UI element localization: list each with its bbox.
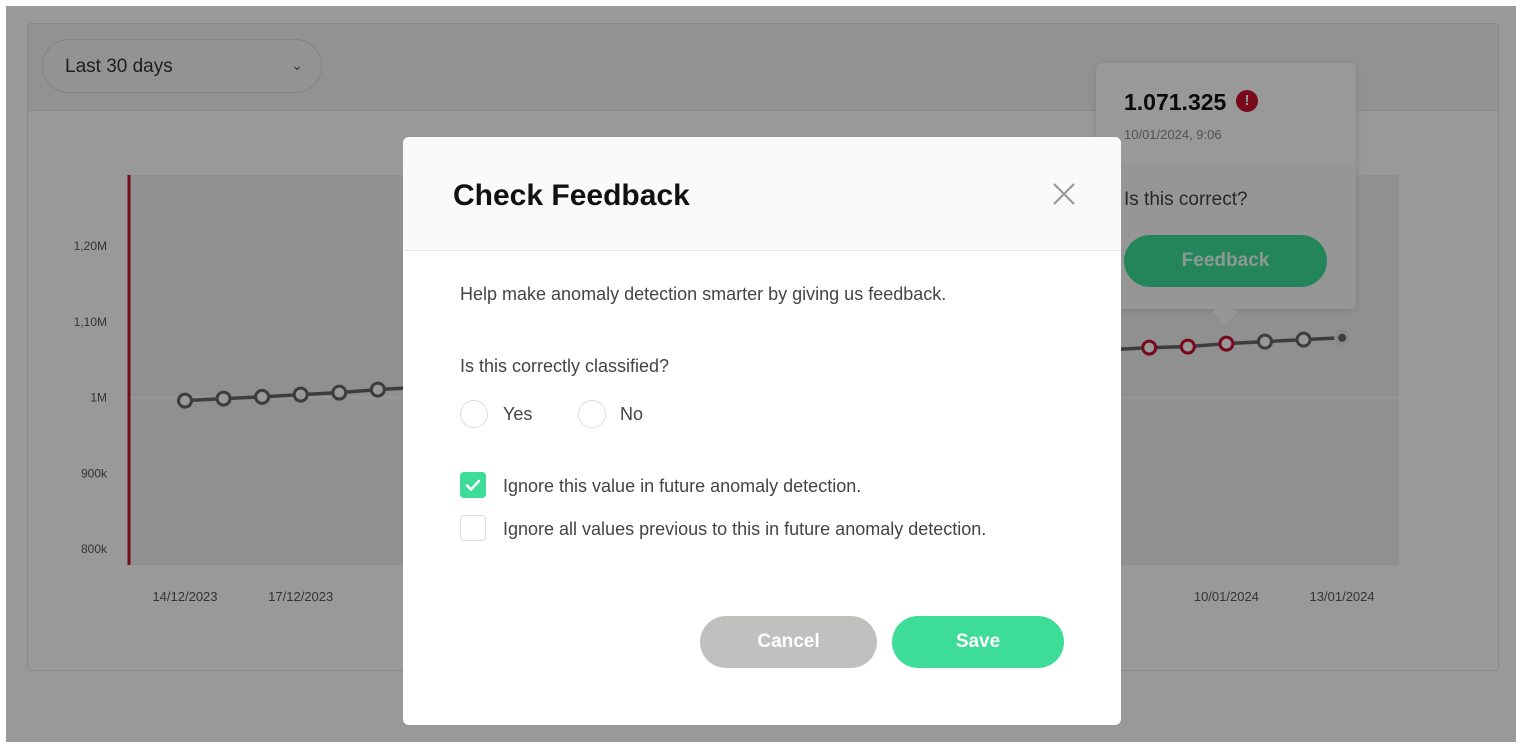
save-button[interactable]: Save (892, 616, 1064, 668)
dialog-title: Check Feedback (453, 179, 690, 212)
ignore-value-checkbox[interactable] (460, 472, 486, 498)
ignore-previous-label[interactable]: Ignore all values previous to this in fu… (503, 519, 986, 540)
cancel-button[interactable]: Cancel (700, 616, 877, 668)
radio-yes[interactable] (460, 400, 488, 428)
radio-no[interactable] (578, 400, 606, 428)
ignore-previous-checkbox[interactable] (460, 515, 486, 541)
checkmark-icon (465, 479, 481, 491)
radio-no-label[interactable]: No (620, 404, 643, 425)
check-feedback-dialog: Check Feedback Help make anomaly detecti… (403, 137, 1121, 725)
radio-yes-label[interactable]: Yes (503, 404, 532, 425)
dialog-header: Check Feedback (403, 137, 1121, 251)
dialog-description: Help make anomaly detection smarter by g… (460, 284, 947, 304)
ignore-value-label[interactable]: Ignore this value in future anomaly dete… (503, 476, 861, 497)
close-icon[interactable] (1051, 181, 1077, 207)
classification-question: Is this correctly classified? (460, 356, 670, 376)
